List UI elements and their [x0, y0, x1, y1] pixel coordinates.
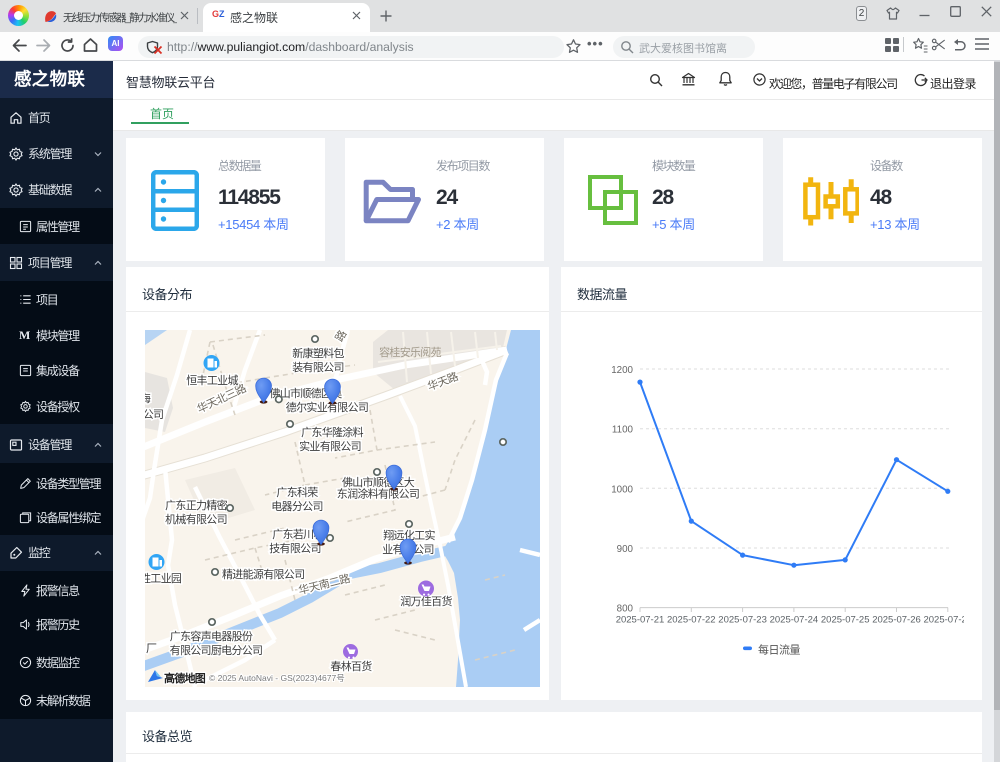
svg-text:每日流量: 每日流量 — [758, 643, 800, 657]
svg-text:电器分公司: 电器分公司 — [271, 500, 323, 513]
svg-text:机械有限公司: 机械有限公司 — [165, 512, 227, 526]
svg-text:2025-07-23: 2025-07-23 — [718, 615, 767, 626]
svg-text:1000: 1000 — [611, 484, 633, 495]
svg-text:800: 800 — [617, 604, 634, 615]
svg-text:东润涂料有限公司: 东润涂料有限公司 — [337, 487, 419, 501]
svg-text:容桂安乐阅苑: 容桂安乐阅苑 — [379, 345, 441, 359]
svg-text:德尔实业有限公司: 德尔实业有限公司 — [286, 400, 368, 414]
svg-text:2025-07-25: 2025-07-25 — [821, 615, 870, 626]
svg-text:海: 海 — [145, 391, 151, 405]
svg-text:技有限公司: 技有限公司 — [269, 541, 321, 555]
svg-text:2025-07-24: 2025-07-24 — [770, 615, 819, 626]
svg-text:精进能源有限公司: 精进能源有限公司 — [222, 567, 304, 581]
svg-text:2025-07-21: 2025-07-21 — [616, 615, 665, 626]
svg-text:1100: 1100 — [612, 425, 634, 436]
svg-text:实业有限公司: 实业有限公司 — [299, 439, 361, 453]
svg-text:广东容声电器股份: 广东容声电器股份 — [170, 629, 253, 643]
svg-text:有限公司厨电分公司: 有限公司厨电分公司 — [170, 643, 263, 657]
svg-text:2025-07-22: 2025-07-22 — [667, 615, 716, 626]
svg-text:高德地图: 高德地图 — [164, 671, 206, 685]
svg-text:佛山市顺德区大: 佛山市顺德区大 — [342, 475, 415, 489]
svg-text:恒丰工业城: 恒丰工业城 — [186, 374, 238, 387]
svg-text:© 2025 AutoNavi - GS(2023)4677: © 2025 AutoNavi - GS(2023)4677号 — [209, 673, 345, 683]
svg-text:2025-07-26: 2025-07-26 — [872, 615, 921, 626]
svg-text:新康塑料包: 新康塑料包 — [292, 346, 344, 360]
svg-text:2025-07-27: 2025-07-27 — [923, 615, 964, 626]
svg-text:公司: 公司 — [145, 409, 163, 421]
svg-text:装有限公司: 装有限公司 — [292, 360, 344, 374]
svg-text:广东正力精密: 广东正力精密 — [165, 498, 227, 512]
svg-text:1200: 1200 — [611, 365, 633, 376]
svg-text:厂: 厂 — [146, 643, 157, 655]
svg-text:900: 900 — [617, 544, 634, 555]
svg-text:胜工业园: 胜工业园 — [145, 571, 182, 585]
svg-text:广东科荣: 广东科荣 — [276, 485, 318, 499]
svg-text:广东华隆涂料: 广东华隆涂料 — [301, 425, 363, 439]
svg-text:春林百货: 春林百货 — [330, 659, 372, 673]
